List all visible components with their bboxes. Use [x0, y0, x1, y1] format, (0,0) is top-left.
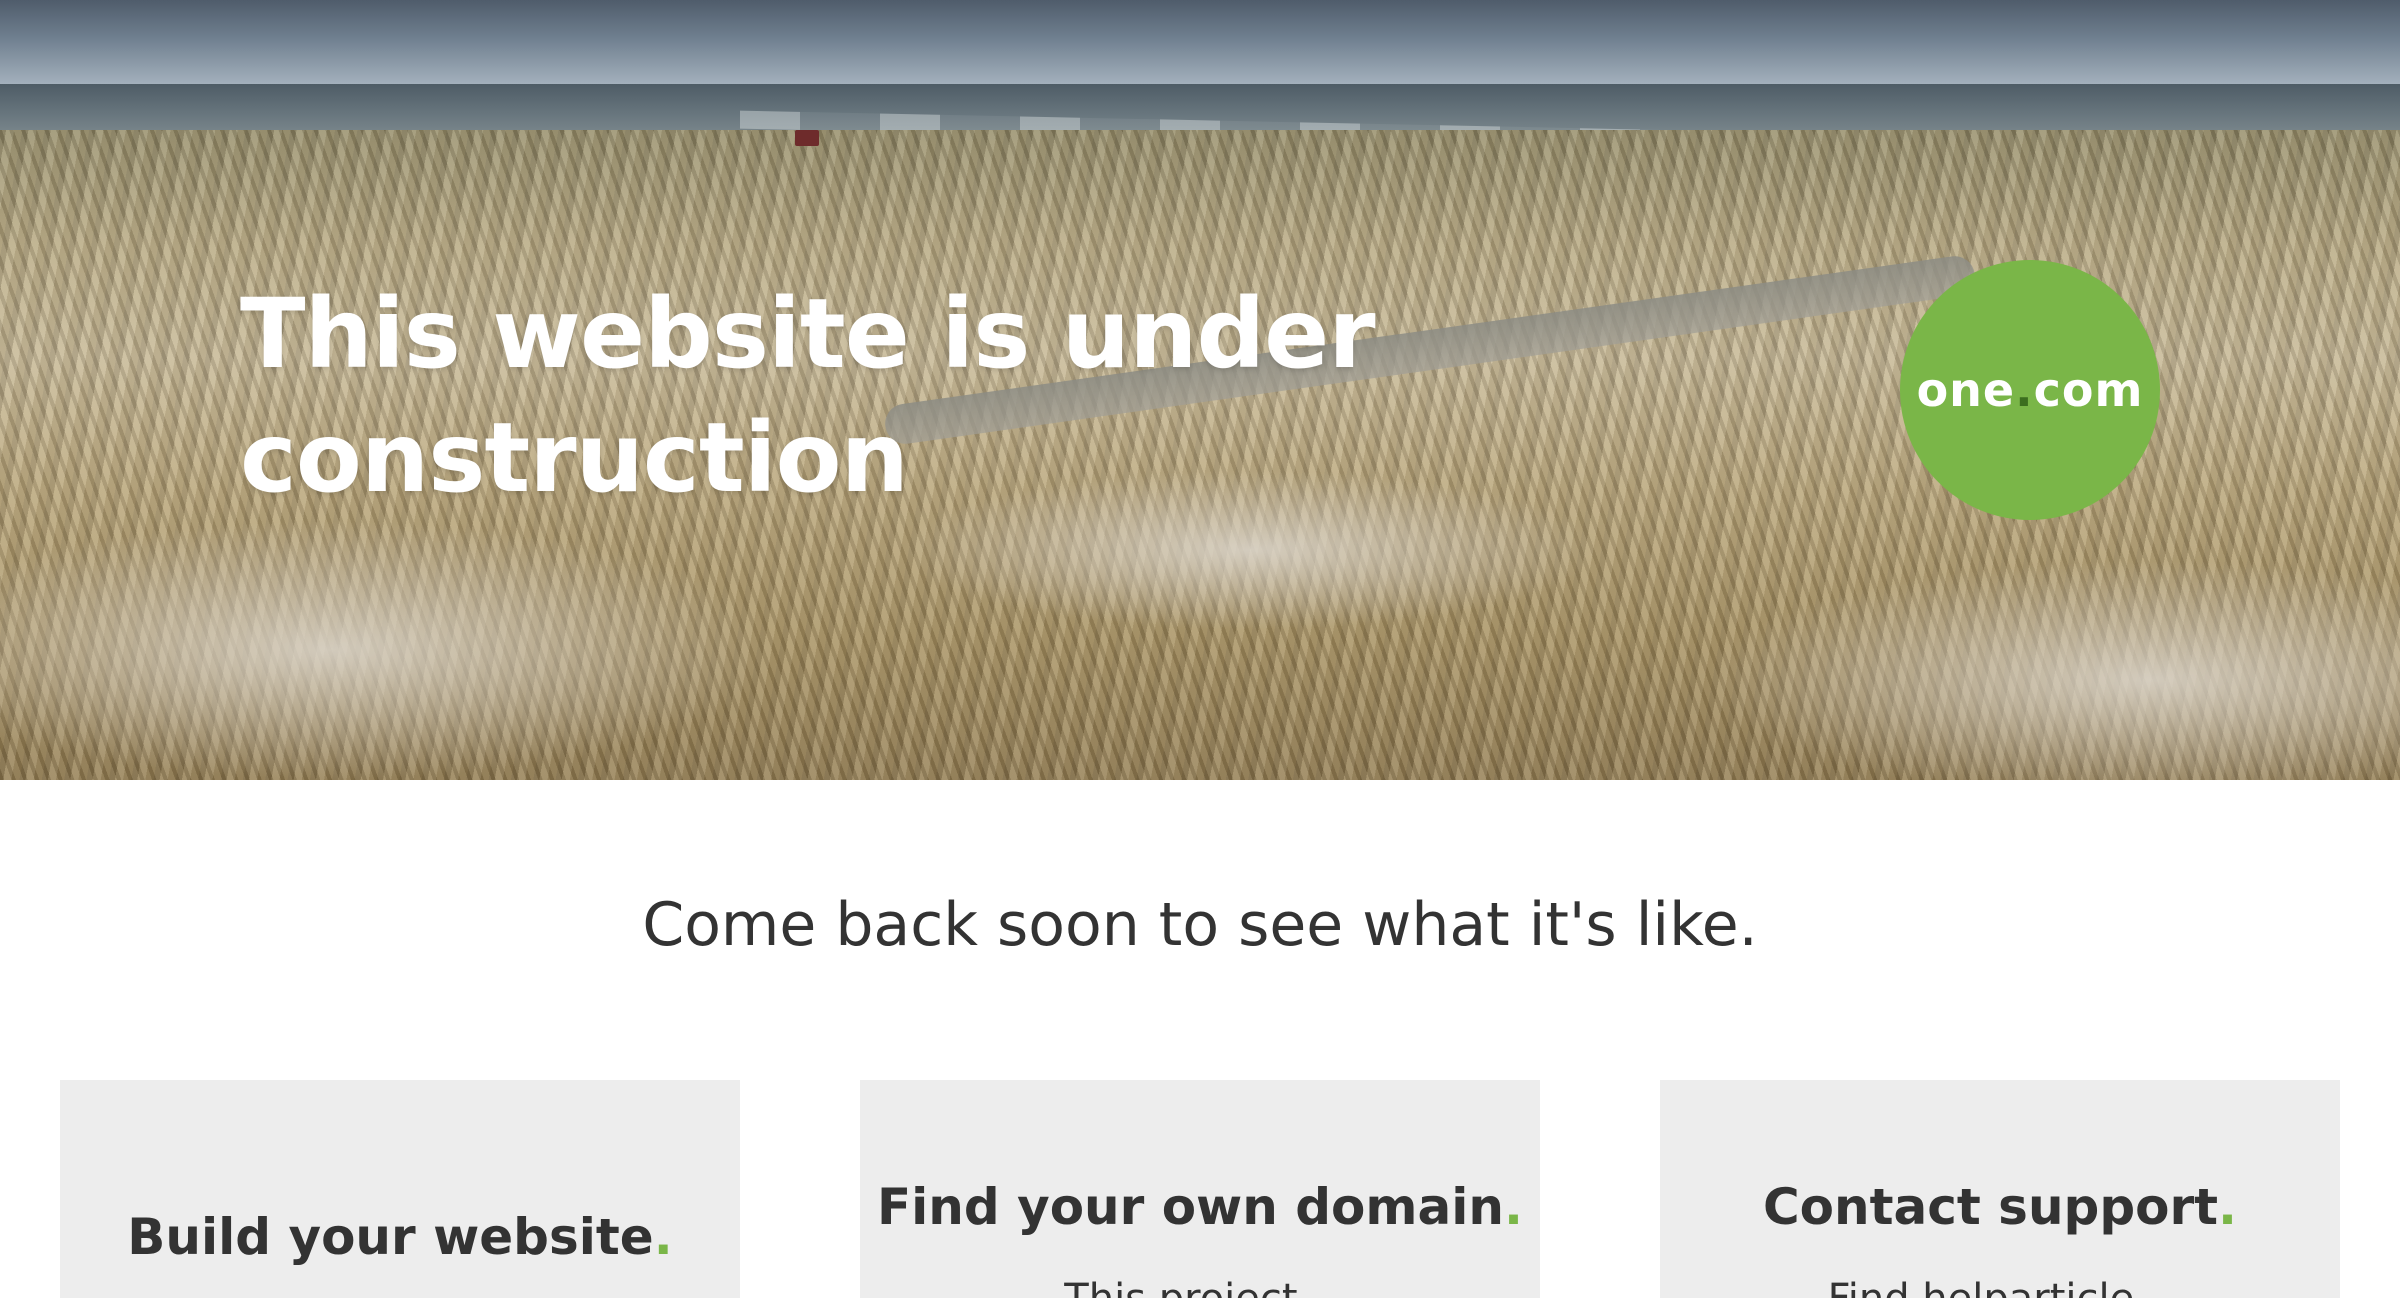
- card-text: Find helparticle...: [1660, 1276, 2340, 1298]
- brand-logo-text: one.com: [1917, 363, 2144, 417]
- card-text: This project...: [860, 1276, 1540, 1298]
- card-contact-support[interactable]: Contact support. Find helparticle...: [1660, 1080, 2340, 1298]
- card-build-website[interactable]: Build your website.: [60, 1080, 740, 1298]
- brand-logo[interactable]: one.com: [1900, 260, 2160, 520]
- brand-dot: .: [2015, 363, 2034, 417]
- card-title: Build your website.: [60, 1208, 740, 1266]
- card-title-text: Find your own domain: [877, 1178, 1504, 1236]
- card-title-accent: .: [1503, 1178, 1523, 1236]
- hero-bench: [795, 130, 819, 146]
- card-title: Contact support.: [1660, 1178, 2340, 1236]
- card-title: Find your own domain.: [860, 1178, 1540, 1236]
- brand-name: one: [1916, 363, 2016, 417]
- card-title-text: Contact support: [1762, 1178, 2219, 1236]
- hero-banner: This website is under construction one.c…: [0, 0, 2400, 780]
- page-title: This website is under construction: [240, 278, 1376, 514]
- card-title-text: Build your website: [127, 1208, 654, 1266]
- card-title-accent: .: [653, 1208, 673, 1266]
- card-title-accent: .: [2218, 1178, 2238, 1236]
- hero-sky: [0, 0, 2400, 84]
- brand-tld: com: [2033, 363, 2144, 417]
- tagline: Come back soon to see what it's like.: [642, 890, 1758, 960]
- card-find-domain[interactable]: Find your own domain. This project...: [860, 1080, 1540, 1298]
